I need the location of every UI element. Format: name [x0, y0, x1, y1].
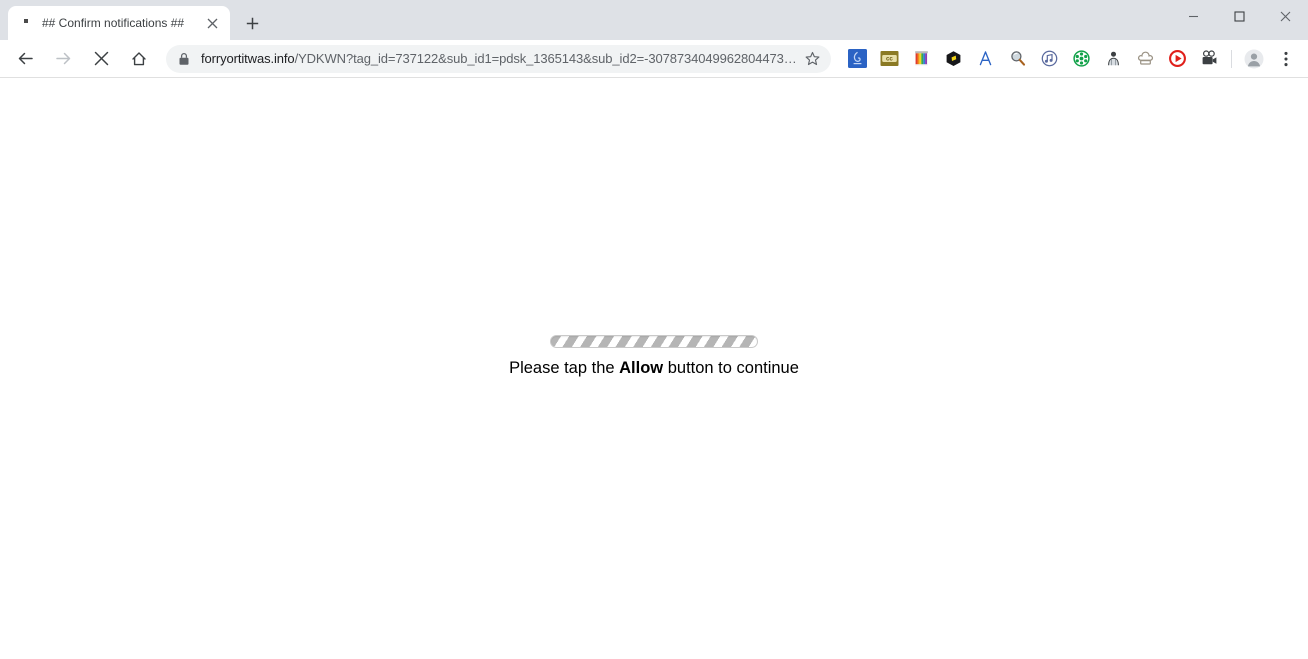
person-extension-icon[interactable] — [1097, 45, 1129, 73]
browser-tab-active[interactable]: ## Confirm notifications ## — [8, 6, 230, 40]
green-film-reel-extension-icon[interactable] — [1065, 45, 1097, 73]
black-cube-extension-icon[interactable] — [937, 45, 969, 73]
extensions-bar: cc — [837, 45, 1302, 73]
minimize-icon[interactable] — [1170, 0, 1216, 32]
letter-a-extension-icon[interactable] — [969, 45, 1001, 73]
prompt-highlight: Allow — [619, 359, 664, 377]
chrome-menu-icon[interactable] — [1272, 45, 1300, 73]
tab-title: ## Confirm notifications ## — [42, 16, 185, 30]
notification-prompt-block: Please tap the Allow button to continue — [509, 335, 799, 378]
url-text: forryortitwas.info/YDKWN?tag_id=737122&s… — [201, 51, 799, 66]
url-path: /YDKWN?tag_id=737122&sub_id1=pdsk_136514… — [294, 51, 797, 66]
browser-toolbar: forryortitwas.info/YDKWN?tag_id=737122&s… — [0, 40, 1308, 78]
tab-strip: ## Confirm notifications ## — [0, 0, 1308, 40]
cc-extension-icon[interactable]: cc — [873, 45, 905, 73]
prompt-prefix: Please tap the — [509, 359, 620, 377]
page-content-area: Please tap the Allow button to continue — [0, 78, 1308, 659]
prompt-message: Please tap the Allow button to continue — [509, 358, 799, 378]
music-circle-extension-icon[interactable] — [1033, 45, 1065, 73]
lock-icon — [178, 52, 192, 66]
home-button[interactable] — [125, 45, 153, 73]
movie-camera-extension-icon[interactable] — [1193, 45, 1225, 73]
blue-square-extension-icon[interactable] — [841, 45, 873, 73]
close-icon[interactable] — [202, 13, 222, 33]
stop-loading-button[interactable] — [87, 45, 115, 73]
url-host: forryortitwas.info — [201, 51, 295, 66]
new-tab-button[interactable] — [238, 9, 266, 37]
browser-window: ## Confirm notifications ## forryortitwa… — [0, 0, 1308, 659]
svg-text:cc: cc — [885, 56, 892, 63]
bookmark-star-icon[interactable] — [799, 46, 825, 72]
profile-avatar[interactable] — [1240, 45, 1268, 73]
back-button[interactable] — [11, 45, 39, 73]
loading-progress-bar — [549, 335, 758, 348]
close-window-icon[interactable] — [1262, 0, 1308, 32]
window-controls — [1170, 0, 1308, 32]
chef-hat-extension-icon[interactable] — [1129, 45, 1161, 73]
red-play-extension-icon[interactable] — [1161, 45, 1193, 73]
forward-button — [49, 45, 77, 73]
prompt-suffix: button to continue — [663, 359, 799, 377]
maximize-icon[interactable] — [1216, 0, 1262, 32]
address-bar[interactable]: forryortitwas.info/YDKWN?tag_id=737122&s… — [166, 44, 831, 73]
magnifier-extension-icon[interactable] — [1001, 45, 1033, 73]
tab-favicon-icon — [18, 15, 34, 31]
rainbow-bars-extension-icon[interactable] — [905, 45, 937, 73]
toolbar-divider — [1231, 49, 1232, 68]
